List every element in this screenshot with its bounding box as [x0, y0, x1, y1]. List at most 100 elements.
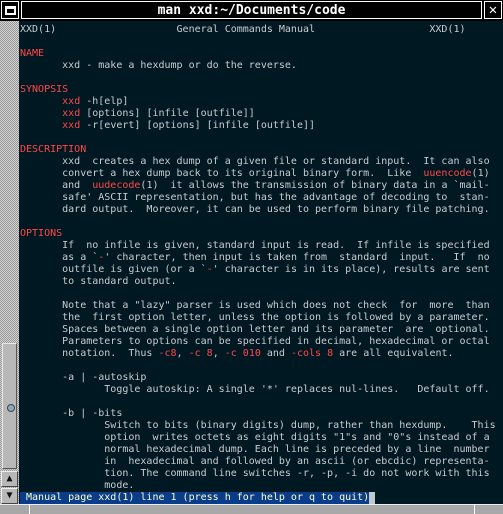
text-segment: dard output. Moreover, it can be used to… [20, 204, 490, 215]
text-line: Switch to bits (binary digits) dump, rat… [20, 420, 495, 432]
text-segment: ' character, then input is taken from st… [104, 252, 490, 263]
highlighted-text: -cols 8 [290, 348, 334, 359]
highlighted-text: DESCRIPTION [20, 144, 87, 155]
text-line: If no infile is given, standard input is… [20, 240, 496, 252]
window-icon [4, 5, 16, 15]
text-line [20, 132, 496, 144]
text-segment: Parameters to options can be specified i… [20, 336, 490, 347]
highlighted-text: uudecode [92, 180, 141, 191]
text-segment: -b | -bits [20, 408, 123, 419]
text-segment [20, 96, 62, 107]
highlighted-text: xxd [62, 96, 81, 107]
text-segment: Toggle autoskip: A single '*' replaces n… [20, 384, 490, 395]
text-line [20, 36, 496, 48]
text-line: xxd creates a hex dump of a given file o… [20, 156, 496, 168]
text-line: and uudecode(1) it allows the transmissi… [20, 180, 496, 192]
highlighted-text: SYNOPSIS [20, 84, 69, 95]
man-page-content: XXD(1) General Commands Manual XXD(1) NAM… [20, 24, 496, 504]
maximize-button[interactable] [1, 1, 19, 19]
text-line: OPTIONS [20, 228, 496, 240]
text-segment: XXD(1) General Commands Manual XXD(1) [20, 24, 466, 35]
close-button[interactable]: ✕ [484, 1, 502, 19]
highlighted-text: -c 8 [188, 348, 213, 359]
text-segment: as a ` [20, 252, 99, 263]
text-line: safe' ASCII representation, but has the … [20, 192, 496, 204]
text-segment: and [260, 348, 291, 359]
text-segment: notation. Thus [20, 348, 159, 359]
text-line [20, 216, 496, 228]
text-line: NAME [20, 48, 496, 60]
text-line [20, 396, 496, 408]
text-line: xxd -h[elp] [20, 96, 496, 108]
status-text: Manual page xxd(1) line 1 (press h for h… [20, 492, 370, 504]
terminal-view[interactable]: XXD(1) General Commands Manual XXD(1) NAM… [19, 21, 503, 504]
text-segment: are all equivalent. [333, 348, 454, 359]
text-segment: If no infile is given, standard input is… [20, 240, 490, 251]
text-line: Note that a "lazy" parser is used which … [20, 300, 496, 312]
text-line: outfile is given (or a `-' character is … [20, 264, 496, 276]
text-line: SYNOPSIS [20, 84, 496, 96]
arrow-up-icon: ▲ [6, 473, 13, 484]
text-segment: ' character is in its place), results ar… [212, 264, 490, 275]
highlighted-text: -c 010 [224, 348, 261, 359]
text-segment: outfile is given (or a ` [20, 264, 207, 275]
cursor [369, 492, 376, 504]
text-line [20, 72, 496, 84]
text-line: Spaces between a single option letter an… [20, 324, 496, 336]
text-segment: safe' ASCII representation, but has the … [20, 192, 490, 203]
text-line: -a | -autoskip [20, 372, 496, 384]
scrollbar-thumb[interactable] [2, 343, 17, 469]
text-line: Toggle autoskip: A single '*' replaces n… [20, 384, 496, 396]
text-segment: [options] [infile [outfile]] [80, 108, 255, 119]
text-segment: (1) it allows the transmission of binary… [140, 180, 490, 191]
text-line: tion. The command line switches -r, -p, … [20, 468, 496, 480]
highlighted-text: xxd [62, 108, 81, 119]
scrollbar[interactable]: ▲ ▼ [0, 21, 19, 504]
scroll-up-button[interactable]: ▲ [1, 471, 18, 487]
arrow-down-icon: ▼ [6, 490, 13, 501]
highlighted-text: NAME [20, 48, 45, 59]
text-line: dard output. Moreover, it can be used to… [20, 204, 496, 216]
text-line [20, 360, 496, 372]
text-line: normal hexadecimal dump. Each line is pr… [20, 444, 496, 456]
text-segment: Spaces between a single option letter an… [20, 324, 490, 335]
text-line: in hexadecimal and followed by an ascii … [20, 456, 496, 468]
text-line: option writes octets as eight digits "1"… [20, 432, 496, 444]
bottom-bar [0, 504, 503, 514]
text-segment: -r[evert] [options] [infile [outfile]] [80, 120, 316, 131]
highlighted-text: -c8 [158, 348, 177, 359]
text-line: to standard output. [20, 276, 496, 288]
text-line: mode. [20, 480, 496, 492]
text-segment: tion. The command line switches -r, -p, … [20, 468, 490, 479]
text-segment: the first option letter, unless the opti… [20, 312, 490, 323]
text-line: as a `-' character, then input is taken … [20, 252, 496, 264]
text-segment: option writes octets as eight digits "1"… [20, 432, 490, 443]
title-bar: man xxd:~/Documents/code ✕ [0, 0, 503, 21]
status-line: Manual page xxd(1) line 1 (press h for h… [20, 492, 496, 504]
text-segment: , [212, 348, 225, 359]
text-line: xxd - make a hexdump or do the reverse. [20, 60, 496, 72]
text-segment: xxd creates a hex dump of a given file o… [20, 156, 490, 167]
text-segment: and [20, 180, 93, 191]
grip-icon [7, 404, 15, 412]
text-line [20, 288, 496, 300]
text-segment: convert a hex dump back to its original … [20, 168, 424, 179]
text-segment: normal hexadecimal dump. Each line is pr… [20, 444, 490, 455]
close-icon: ✕ [488, 2, 498, 18]
window-title: man xxd:~/Documents/code [21, 1, 482, 19]
text-line: -b | -bits [20, 408, 496, 420]
highlighted-text: OPTIONS [20, 228, 63, 239]
scroll-down-button[interactable]: ▼ [1, 488, 18, 504]
text-segment: to standard output. [20, 276, 177, 287]
text-segment: (1) [471, 168, 490, 179]
text-segment: mode. [20, 480, 135, 491]
highlighted-text: uuencode [423, 168, 472, 179]
text-line: convert a hex dump back to its original … [20, 168, 496, 180]
text-segment: Note that a "lazy" parser is used which … [20, 300, 490, 311]
text-segment: xxd - make a hexdump or do the reverse. [20, 60, 297, 71]
text-segment: -h[elp] [80, 96, 129, 107]
text-line: Parameters to options can be specified i… [20, 336, 496, 348]
text-segment: -a | -autoskip [20, 372, 147, 383]
text-line: the first option letter, unless the opti… [20, 312, 496, 324]
text-line: XXD(1) General Commands Manual XXD(1) [20, 24, 496, 36]
